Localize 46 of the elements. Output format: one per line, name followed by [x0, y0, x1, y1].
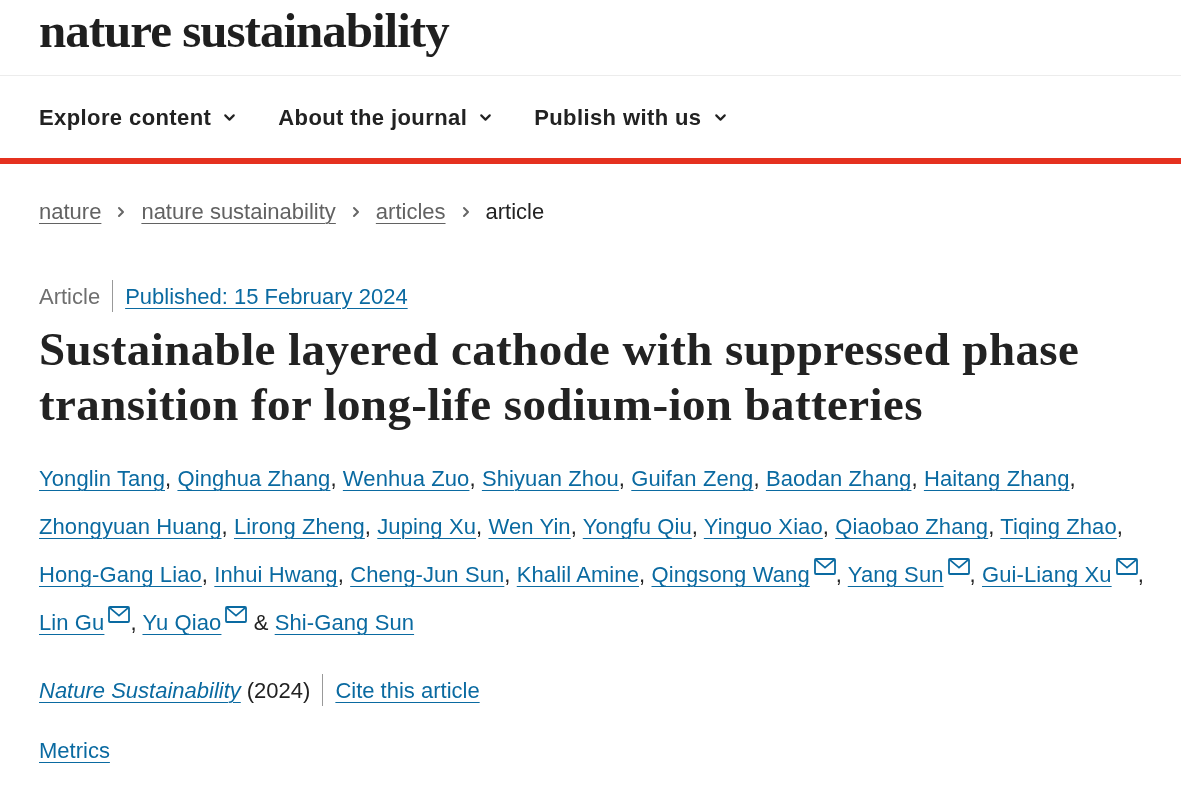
author-link[interactable]: Lin Gu: [39, 610, 105, 635]
author-link[interactable]: Shi-Gang Sun: [274, 610, 415, 635]
author-link[interactable]: Yang Sun: [847, 562, 944, 587]
breadcrumb-link[interactable]: nature: [39, 197, 102, 227]
envelope-icon[interactable]: [225, 606, 248, 623]
journal-link[interactable]: Nature Sustainability: [39, 673, 241, 707]
author-link[interactable]: Qingsong Wang: [651, 562, 810, 587]
author-link[interactable]: Hong-Gang Liao: [39, 562, 202, 587]
author-link[interactable]: Khalil Amine: [516, 562, 640, 587]
published-date-link[interactable]: Published: 15 February 2024: [125, 279, 408, 313]
author-link[interactable]: Qiaobao Zhang: [835, 514, 989, 539]
author-link[interactable]: Shiyuan Zhou: [481, 466, 619, 491]
author-link[interactable]: Yonglin Tang: [39, 466, 165, 491]
envelope-icon[interactable]: [947, 558, 970, 575]
nav-menu-button[interactable]: About the journal: [278, 100, 495, 134]
author-link[interactable]: Juping Xu: [377, 514, 477, 539]
author-link[interactable]: Guifan Zeng: [631, 466, 754, 491]
author-link[interactable]: Lirong Zheng: [233, 514, 365, 539]
breadcrumb-link[interactable]: articles: [375, 197, 446, 227]
author-link[interactable]: Cheng-Jun Sun: [350, 562, 505, 587]
author-link[interactable]: Haitang Zhang: [923, 466, 1070, 491]
author-link[interactable]: Yongfu Qiu: [582, 514, 692, 539]
author-link[interactable]: Tiqing Zhao: [1000, 514, 1117, 539]
article-title: Sustainable layered cathode with suppressed phase transition for long-life sodium-ion batteries: [39, 322, 1081, 432]
breadcrumb-link[interactable]: nature sustainability: [141, 197, 336, 227]
author-link[interactable]: Gui-Liang Xu: [982, 562, 1112, 587]
article-type: Article: [39, 282, 101, 311]
metrics-link[interactable]: Metrics: [39, 733, 110, 767]
nav-menu-button[interactable]: Explore content: [39, 100, 239, 134]
author-link[interactable]: Wenhua Zuo: [342, 466, 470, 491]
author-link[interactable]: Qinghua Zhang: [177, 466, 331, 491]
author-link[interactable]: Wen Yin: [488, 514, 571, 539]
author-link[interactable]: Baodan Zhang: [765, 466, 912, 491]
publication-year: (2024): [246, 676, 311, 705]
author-list: Yonglin Tang, Qinghua Zhang, Wenhua Zuo, Shiyuan Zhou, Guifan Zeng, Baodan Zhang, Haitang Zhang, Zhongyuan Huang, Lirong Zheng, Juping Xu, Wen Yin, Yongfu Qiu, Yinguo Xiao, Qiaobao Zhang, Tiqing Zhao, Hong-Gang Liao, Inhui Hwang, Cheng-Jun Sun, Khalil Amine, Qingsong Wang , Yang Sun , Gui-Liang Xu , Lin Gu , Yu Qiao & Shi-Gang Sun: [39, 455, 1164, 647]
author-link[interactable]: Yinguo Xiao: [703, 514, 823, 539]
envelope-icon[interactable]: [1115, 558, 1138, 575]
envelope-icon[interactable]: [108, 606, 131, 623]
cite-link[interactable]: Cite this article: [335, 673, 480, 707]
breadcrumb-current: article: [485, 198, 545, 226]
author-link[interactable]: Yu Qiao: [142, 610, 222, 635]
author-link[interactable]: Inhui Hwang: [214, 562, 338, 587]
author-link[interactable]: Zhongyuan Huang: [39, 514, 222, 539]
envelope-icon[interactable]: [813, 558, 836, 575]
nav-menu-button[interactable]: Publish with us: [534, 100, 729, 134]
site-logo[interactable]: nature sustainability: [39, 3, 449, 59]
